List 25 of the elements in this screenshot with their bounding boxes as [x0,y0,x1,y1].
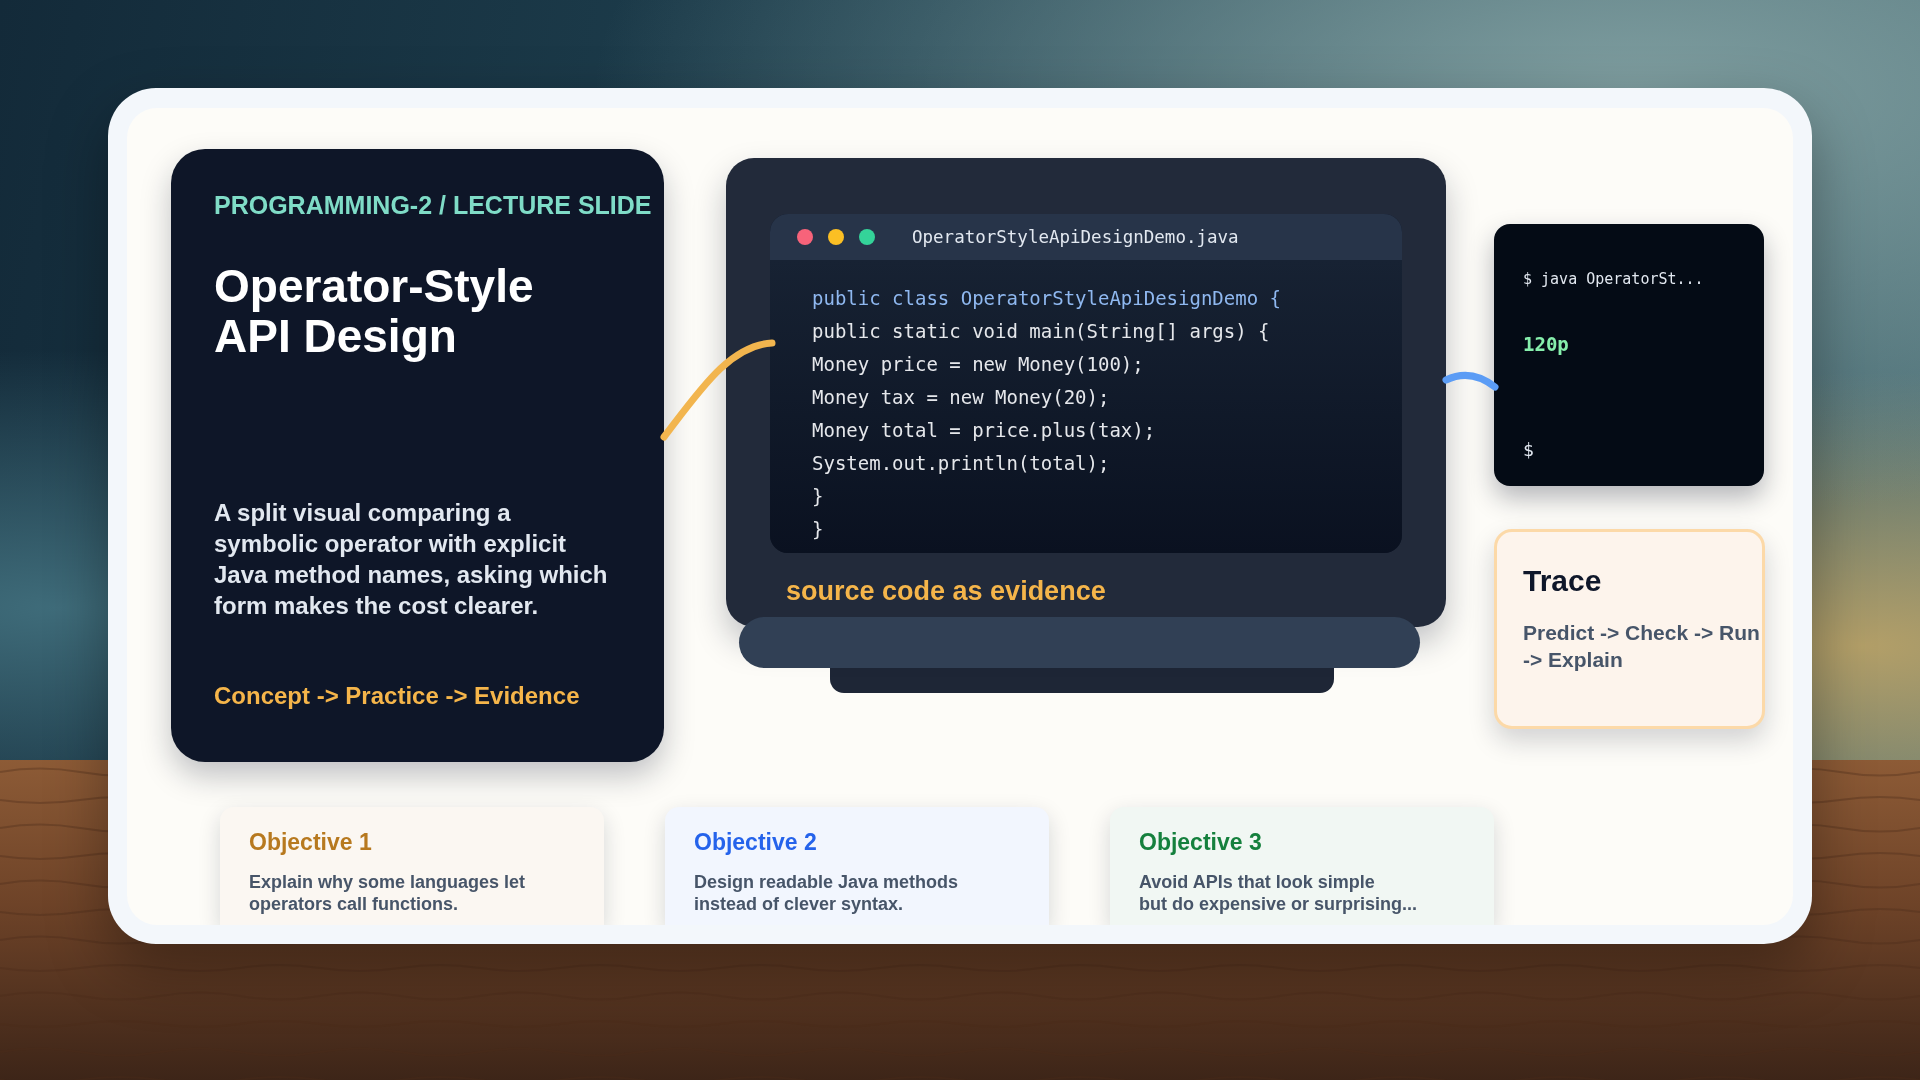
code-line: System.out.println(total); [812,451,1110,476]
objective-text: Design readable Java methods instead of clever syntax. [694,871,959,915]
course-label: PROGRAMMING-2 / LECTURE SLIDE [214,190,652,220]
code-line: } [812,484,824,509]
terminal-line: 120p [1523,332,1569,356]
terminal-line: $ java OperatorSt... [1523,269,1704,289]
code-line: } [812,517,824,542]
code-line: Money price = new Money(100); [812,352,1144,377]
code-line: Money tax = new Money(20); [812,385,1110,410]
objective-title: Objective 3 [1139,828,1262,856]
code-caption: source code as evidence [786,575,1106,607]
slide-title: Operator-Style API Design [214,261,535,361]
objective-title: Objective 1 [249,828,372,856]
code-line: public class OperatorStyleApiDesignDemo { [812,286,1281,311]
objective-text: Avoid APIs that look simple but do expensive or surprising... [1139,871,1418,915]
objective-title: Objective 2 [694,828,817,856]
code-line: public static void main(String[] args) { [812,319,1270,344]
code-line: Money total = price.plus(tax); [812,418,1156,443]
flow-caption: Concept -> Practice -> Evidence [214,681,580,711]
terminal-line: $ [1523,438,1534,462]
slide-description: A split visual comparing a symbolic operator with explicit Java method names, asking which form makes the cost clearer. [214,498,609,621]
trace-steps: Predict -> Check -> Run -> Explain [1523,620,1762,673]
file-name: OperatorStyleApiDesignDemo.java [912,226,1239,248]
card-title: Trace [1523,563,1602,599]
objective-text: Explain why some languages let operators call functions. [249,871,526,915]
